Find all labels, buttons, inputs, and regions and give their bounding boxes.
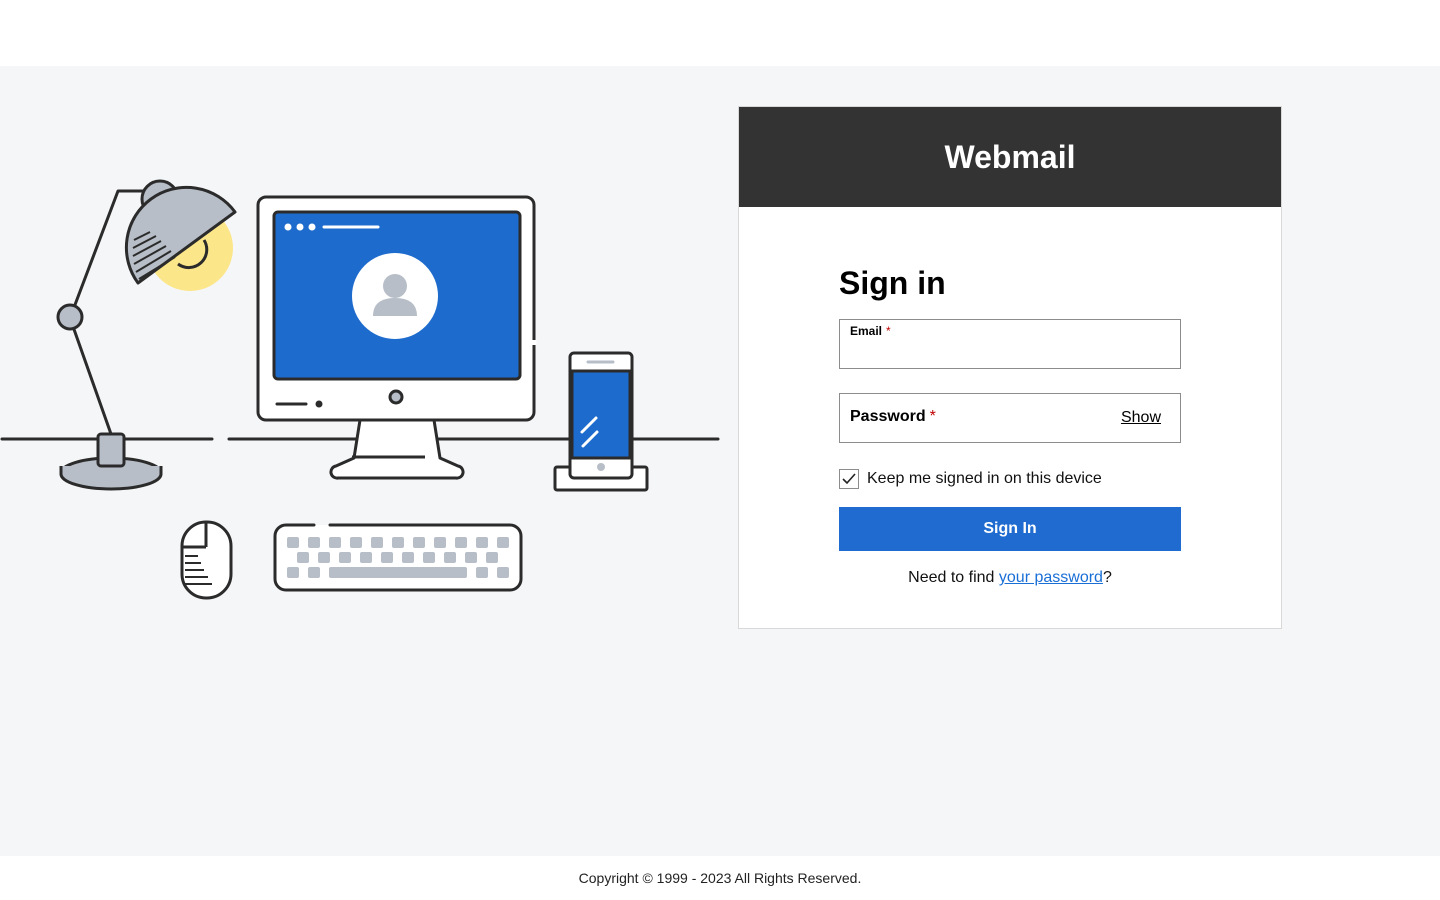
user-avatar-icon [352,253,438,339]
keep-signed-in-row[interactable]: Keep me signed in on this device [839,469,1181,489]
show-password-link[interactable]: Show [1121,409,1161,427]
email-input[interactable] [850,342,1170,364]
desk-illustration [0,179,720,600]
email-field[interactable]: Email * [839,319,1181,369]
desk-lamp-icon [56,179,237,491]
keep-signed-in-label: Keep me signed in on this device [867,470,1102,487]
smartphone-icon [553,351,649,492]
login-card: Webmail Sign in Email * Password * Show Ke… [738,106,1282,629]
keep-signed-in-checkbox[interactable] [839,469,859,489]
find-prefix: Need to find [908,569,999,586]
sign-in-form: Sign in Email * Password * Show Keep me si… [839,267,1181,587]
find-suffix: ? [1102,569,1112,586]
sign-in-button[interactable]: Sign In [839,507,1181,551]
email-label: Email * [850,324,891,338]
checkmark-icon [842,473,856,485]
password-input[interactable] [850,416,1110,438]
top-bar [0,0,1440,66]
sign-in-heading: Sign in [839,265,946,301]
find-password-link[interactable]: your password [999,569,1103,586]
find-password-row: Need to find your password? [839,569,1181,587]
copyright-text: Copyright © 1999 - 2023 All Rights Reser… [578,870,862,886]
required-marker: * [886,324,891,338]
app-title: Webmail [944,138,1076,175]
monitor-icon [256,195,537,480]
footer: Copyright © 1999 - 2023 All Rights Reser… [0,856,1440,900]
password-field[interactable]: Password * Show [839,393,1181,443]
mouse-icon [180,520,233,600]
keyboard-icon [273,523,523,592]
card-header: Webmail [739,107,1281,207]
